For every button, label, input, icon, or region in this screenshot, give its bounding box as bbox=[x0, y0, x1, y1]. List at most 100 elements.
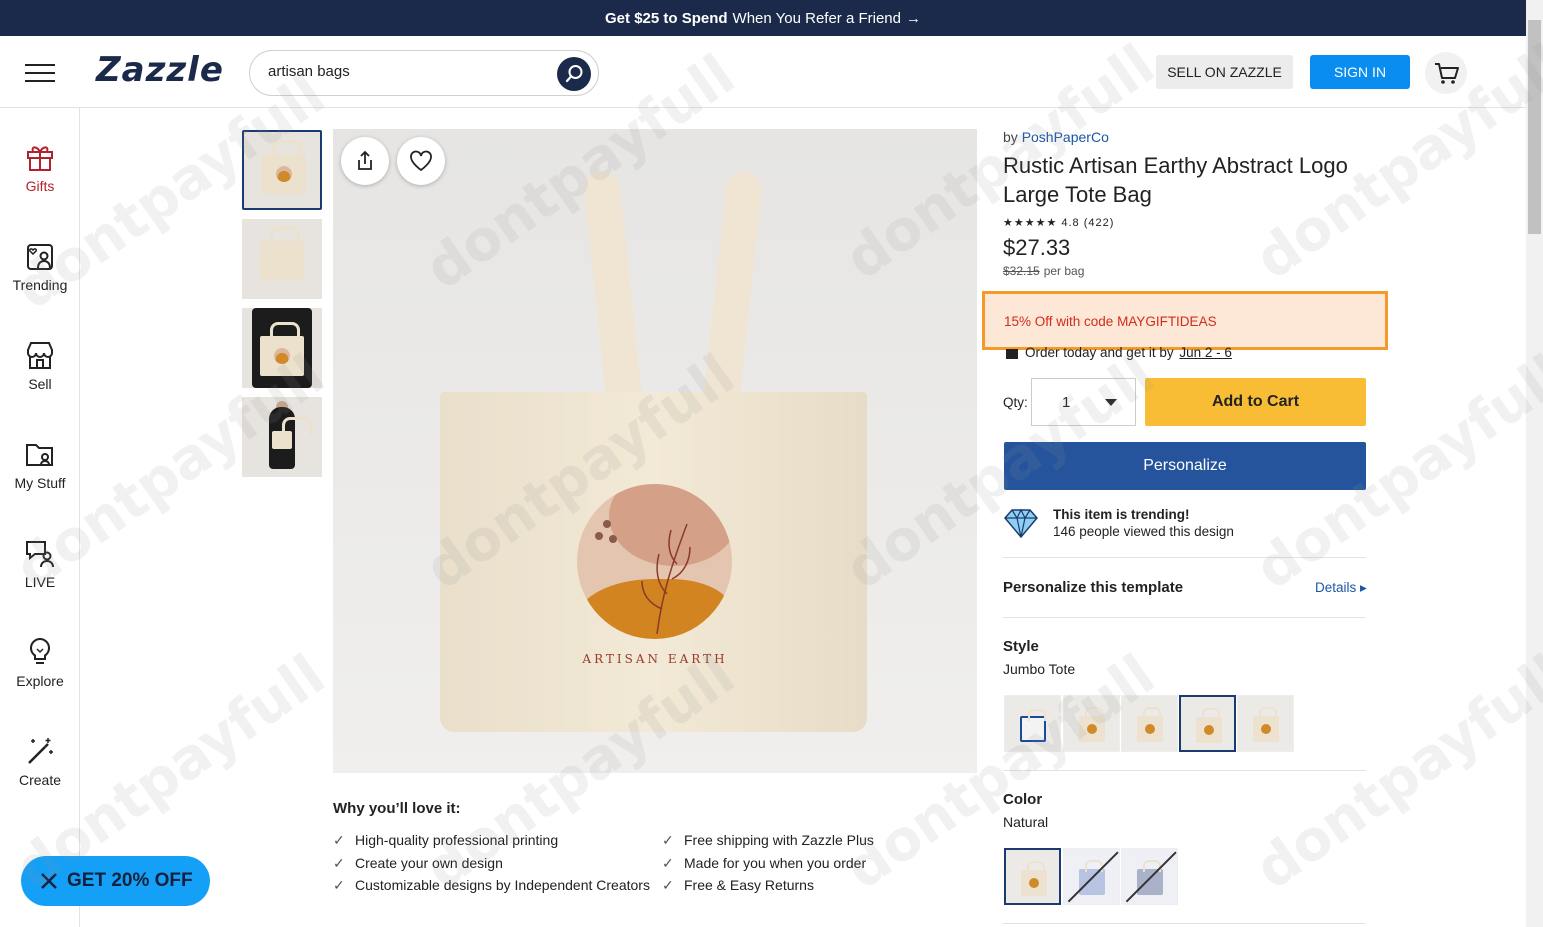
sidebar-item-live[interactable]: LIVE bbox=[0, 538, 80, 590]
product-title: Rustic Artisan Earthy Abstract Logo Larg… bbox=[1003, 153, 1348, 207]
benefits-title: Why you’ll love it: bbox=[333, 800, 461, 817]
sidebar-item-explore[interactable]: Explore bbox=[0, 637, 80, 689]
product-by-line: by PoshPaperCo bbox=[1003, 129, 1367, 145]
style-swatch-jumbo-tote[interactable] bbox=[1179, 695, 1236, 752]
delivery-estimate: Order today and get it by Jun 2 - 6 bbox=[1005, 345, 1232, 360]
benefits-list-right: Free shipping with Zazzle Plus Made for … bbox=[662, 832, 874, 900]
share-button[interactable] bbox=[341, 137, 389, 185]
thumbnail-image-3[interactable] bbox=[242, 308, 322, 388]
sidebar-item-trending[interactable]: Trending bbox=[0, 241, 80, 293]
by-prefix: by bbox=[1003, 129, 1018, 145]
store-icon bbox=[27, 342, 53, 369]
color-swatch-unavailable[interactable] bbox=[1121, 848, 1178, 905]
sidebar-item-my-stuff[interactable]: My Stuff bbox=[0, 439, 80, 491]
close-icon[interactable] bbox=[37, 869, 61, 893]
site-header: Zazzle SELL ON ZAZZLE SIGN IN bbox=[0, 36, 1526, 108]
thumbnail-gallery bbox=[242, 130, 324, 486]
product-price: $27.33 bbox=[1003, 235, 1071, 260]
details-link[interactable]: Details ▸ bbox=[1315, 580, 1367, 596]
benefits-section: Why you’ll love it: High-quality profess… bbox=[333, 800, 973, 894]
search-input[interactable] bbox=[268, 63, 548, 80]
brand-link[interactable]: PoshPaperCo bbox=[1022, 129, 1109, 145]
discount-popup-button[interactable]: GET 20% OFF bbox=[21, 856, 210, 906]
discount-popup-label: GET 20% OFF bbox=[67, 870, 193, 891]
personalize-button[interactable]: Personalize bbox=[1004, 442, 1366, 490]
benefit-item: Free & Easy Returns bbox=[662, 877, 874, 900]
style-swatch-grocery-tote[interactable] bbox=[1063, 695, 1120, 752]
search-bar bbox=[249, 50, 599, 96]
delivery-prefix: Order today and get it by bbox=[1025, 345, 1174, 360]
trending-icon bbox=[27, 244, 53, 270]
gift-box-icon bbox=[1006, 349, 1018, 359]
sidebar-item-label: LIVE bbox=[24, 574, 56, 590]
quantity-value: 1 bbox=[1062, 394, 1071, 411]
style-swatch-boat-tote[interactable] bbox=[1004, 695, 1061, 752]
magic-wand-icon bbox=[28, 738, 53, 764]
sidebar-item-label: Sell bbox=[28, 376, 52, 392]
folder-icon bbox=[26, 444, 53, 466]
sidebar-item-create[interactable]: Create bbox=[0, 736, 80, 788]
share-icon bbox=[358, 150, 372, 170]
side-navigation: Gifts Trending Sell My Stuff LIVE Explor… bbox=[0, 108, 80, 927]
color-swatch-natural[interactable] bbox=[1004, 848, 1061, 905]
product-main-image[interactable]: ARTISAN EARTH bbox=[333, 129, 977, 773]
add-to-cart-button[interactable]: Add to Cart bbox=[1145, 378, 1366, 426]
search-button[interactable] bbox=[557, 57, 591, 91]
benefits-list-left: High-quality professional printing Creat… bbox=[333, 832, 650, 900]
style-value: Jumbo Tote bbox=[1003, 661, 1076, 677]
image-brand-text: ARTISAN EARTH bbox=[582, 652, 728, 666]
color-swatch-unavailable[interactable] bbox=[1063, 848, 1120, 905]
zazzle-logo[interactable]: Zazzle bbox=[96, 50, 224, 90]
trending-title: This item is trending! bbox=[1053, 507, 1190, 522]
vertical-scrollbar[interactable] bbox=[1526, 0, 1543, 927]
benefit-item: Customizable designs by Independent Crea… bbox=[333, 877, 650, 900]
personalize-template-title: Personalize this template bbox=[1003, 579, 1184, 596]
sign-in-button[interactable]: SIGN IN bbox=[1310, 55, 1410, 89]
scrollbar-thumb[interactable] bbox=[1528, 20, 1541, 234]
divider bbox=[1003, 617, 1366, 618]
divider bbox=[1003, 923, 1366, 924]
promo-banner[interactable]: Get $25 to Spend When You Refer a Friend… bbox=[0, 0, 1526, 36]
sidebar-item-sell[interactable]: Sell bbox=[0, 340, 80, 392]
divider bbox=[1003, 557, 1366, 558]
promo-code-banner: 15% Off with code MAYGIFTIDEAS bbox=[982, 291, 1388, 350]
sell-on-zazzle-button[interactable]: SELL ON ZAZZLE bbox=[1156, 55, 1293, 89]
cart-icon bbox=[1435, 63, 1459, 84]
strikethrough-price: $32.15 bbox=[1003, 264, 1040, 278]
promo-banner-text: When You Refer a Friend bbox=[732, 9, 901, 27]
benefit-item: High-quality professional printing bbox=[333, 832, 650, 855]
product-details: by PoshPaperCo Rustic Artisan Earthy Abs… bbox=[1003, 129, 1367, 278]
rating-stars-icon: ★★★★★ bbox=[1003, 217, 1058, 229]
sidebar-item-gifts[interactable]: Gifts bbox=[0, 142, 80, 194]
benefit-item: Free shipping with Zazzle Plus bbox=[662, 832, 874, 855]
quantity-select[interactable]: 1 bbox=[1031, 378, 1136, 426]
style-swatch-large-tote[interactable] bbox=[1237, 695, 1294, 752]
style-title: Style bbox=[1003, 638, 1039, 655]
thumbnail-image-2[interactable] bbox=[242, 219, 322, 299]
live-chat-icon bbox=[26, 541, 54, 568]
thumbnail-image-1[interactable] bbox=[242, 130, 322, 210]
thumbnail-image-4[interactable] bbox=[242, 397, 322, 477]
delivery-date[interactable]: Jun 2 - 6 bbox=[1179, 345, 1232, 360]
sidebar-item-label: Explore bbox=[16, 673, 64, 689]
sidebar-item-label: Gifts bbox=[25, 178, 55, 194]
diamond-icon bbox=[1004, 508, 1038, 539]
trending-text: 146 people viewed this design bbox=[1053, 524, 1234, 539]
benefit-item: Create your own design bbox=[333, 855, 650, 878]
benefit-item: Made for you when you order bbox=[662, 855, 874, 878]
style-swatch-budget-tote[interactable] bbox=[1121, 695, 1178, 752]
sidebar-item-label: Trending bbox=[12, 277, 68, 293]
hamburger-menu-icon[interactable] bbox=[25, 64, 55, 82]
price-unit: per bag bbox=[1043, 264, 1085, 278]
favorite-button[interactable] bbox=[397, 137, 445, 185]
color-title: Color bbox=[1003, 791, 1043, 808]
search-icon bbox=[565, 65, 583, 83]
artisan-logo-graphic bbox=[577, 484, 732, 639]
cart-button[interactable] bbox=[1425, 52, 1467, 94]
watermark: dontpayfull bbox=[1243, 642, 1543, 903]
promo-banner-bold: Get $25 to Spend bbox=[605, 9, 728, 27]
gift-icon bbox=[27, 146, 53, 171]
promo-code-text: 15% Off with code MAYGIFTIDEAS bbox=[1004, 314, 1217, 329]
arrow-right-icon: → bbox=[905, 9, 921, 27]
rating[interactable]: ★★★★★ 4.8 (422) bbox=[1003, 216, 1367, 229]
